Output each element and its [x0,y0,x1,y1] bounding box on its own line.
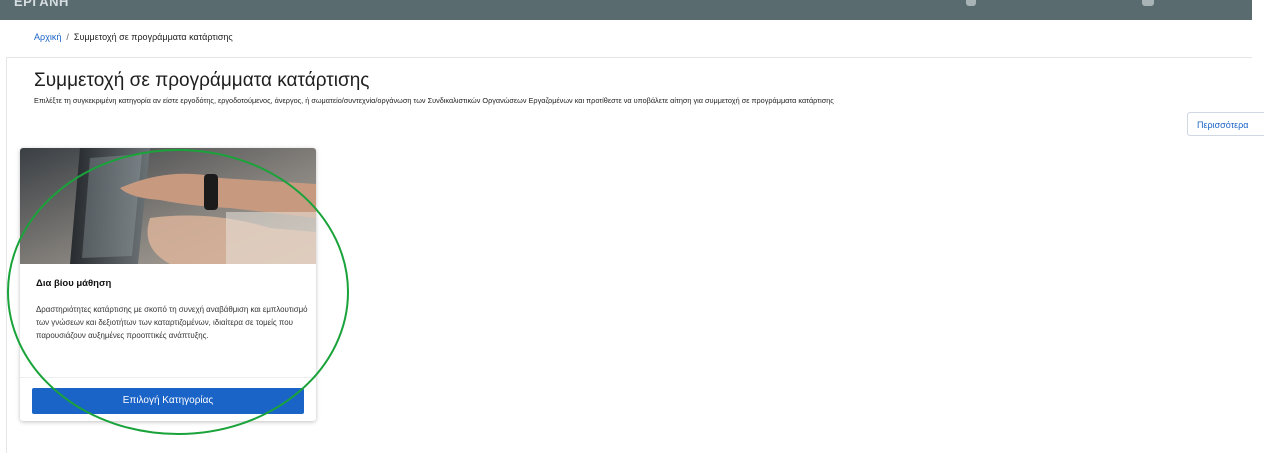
content-left-border [6,57,7,453]
breadcrumb-current: Συμμετοχή σε προγράμματα κατάρτισης [73,32,233,42]
card-title: Δια βίου μάθηση [36,278,112,289]
app-logo[interactable]: ΕΡΓΑΝΗ [14,0,69,9]
card-description: Δραστηριότητες κατάρτισης με σκοπό τη συ… [36,305,308,340]
breadcrumb-separator: / [66,32,69,42]
card-image [20,148,316,264]
card-divider [20,377,316,378]
page-description: Επιλέξτε τη συγκεκριμένη κατηγορία αν εί… [34,96,834,105]
user-icon[interactable] [966,0,976,6]
top-header-bar: ΕΡΓΑΝΗ [0,0,1252,20]
more-button[interactable]: Περισσότερα [1187,112,1264,136]
breadcrumb: Αρχική / Συμμετοχή σε προγράμματα κατάρτισ… [34,32,233,42]
menu-icon[interactable] [1142,0,1154,6]
breadcrumb-bar: Αρχική / Συμμετοχή σε προγράμματα κατάρτισ… [6,20,1252,58]
page-title: Συμμετοχή σε προγράμματα κατάρτισης [34,70,370,91]
breadcrumb-home-link[interactable]: Αρχική [34,32,61,42]
select-category-button[interactable]: Επιλογή Κατηγορίας [32,388,304,414]
category-card: Δια βίου μάθηση Δραστηριότητες κατάρτιση… [20,148,316,421]
